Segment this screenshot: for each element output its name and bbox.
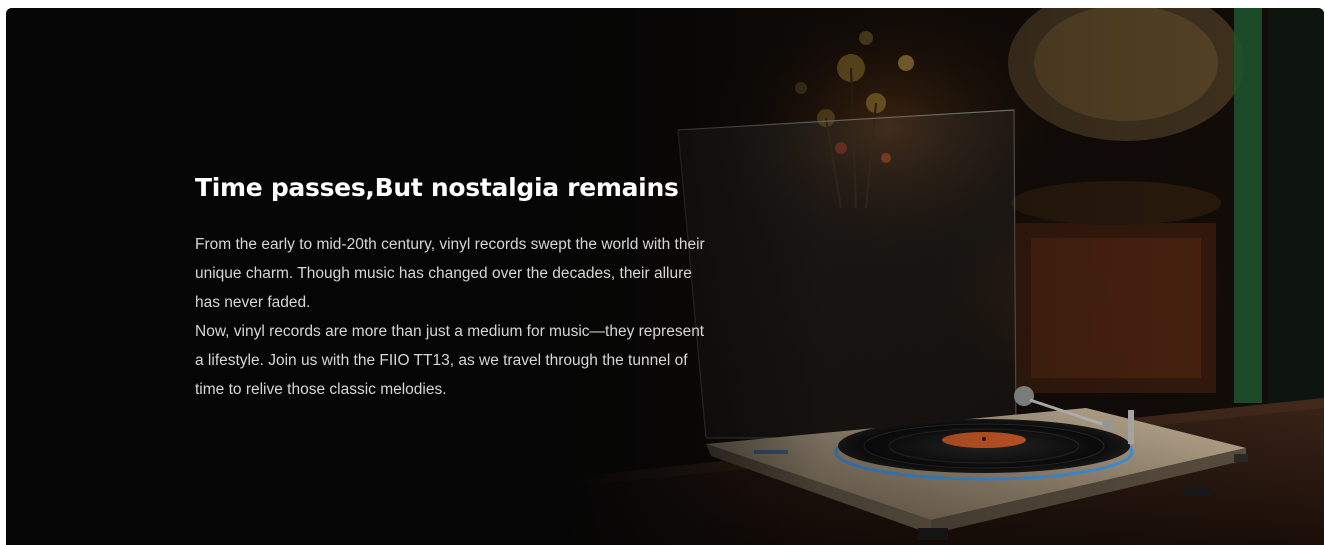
hero-title: Time passes,But nostalgia remains	[195, 173, 679, 202]
hero-paragraph-1: From the early to mid-20th century, viny…	[195, 236, 705, 311]
hero-banner: Time passes,But nostalgia remains From t…	[6, 8, 1324, 545]
hero-paragraph-2: Now, vinyl records are more than just a …	[195, 323, 705, 398]
hero-description: From the early to mid-20th century, viny…	[195, 230, 705, 404]
hero-text-block: Time passes,But nostalgia remains From t…	[195, 168, 705, 404]
